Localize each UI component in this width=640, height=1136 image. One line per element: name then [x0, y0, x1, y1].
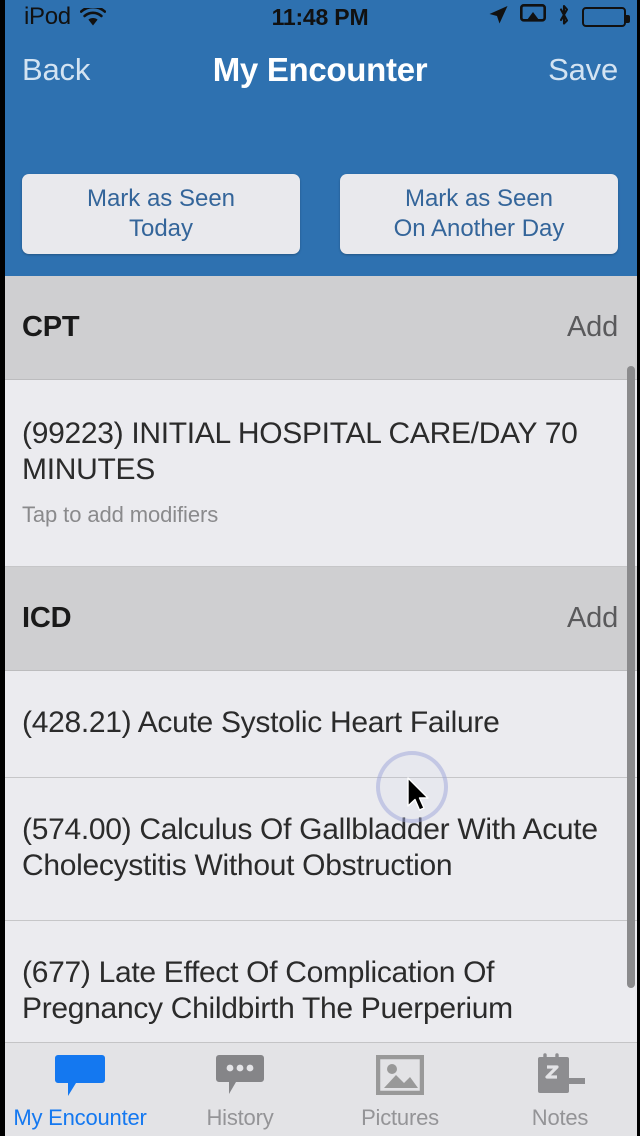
icd-row-title: (677) Late Effect Of Complication Of Pre… [22, 956, 513, 1025]
cpt-row-subtitle: Tap to add modifiers [22, 502, 219, 527]
icd-row-title: (428.21) Acute Systolic Heart Failure [22, 706, 500, 739]
encounter-list[interactable]: CPT Add (99223) INITIAL HOSPITAL CARE/DA… [0, 276, 640, 1042]
table-row[interactable]: (574.00) Calculus Of Gallbladder With Ac… [0, 778, 640, 921]
add-cpt-button[interactable]: Add [567, 311, 618, 344]
navigation-bar-row: Back My Encounter Save [0, 34, 640, 106]
section-title-cpt: CPT [22, 311, 80, 343]
tab-notes[interactable]: Notes [480, 1049, 640, 1131]
tab-history[interactable]: History [160, 1049, 320, 1131]
mark-today-line2: Today [128, 215, 194, 242]
section-title-icd: ICD [22, 602, 72, 634]
icd-row-title: (574.00) Calculus Of Gallbladder With Ac… [22, 813, 598, 882]
page-title: My Encounter [212, 51, 428, 88]
tab-label-my-encounter: My Encounter [13, 1105, 147, 1130]
status-bar-right [487, 3, 630, 31]
speech-bubble-dots-icon [211, 1049, 269, 1101]
back-button[interactable]: Back [22, 52, 90, 88]
tab-label-pictures: Pictures [361, 1105, 439, 1130]
mark-another-line2: On Another Day [393, 215, 565, 242]
status-bar: iPod 11:48 PM [0, 0, 640, 34]
table-row[interactable]: (677) Late Effect Of Complication Of Pre… [0, 921, 640, 1042]
mark-as-seen-button-group: Mark as Seen Today Mark as Seen On Anoth… [0, 174, 640, 254]
add-icd-button[interactable]: Add [567, 602, 618, 635]
airplay-icon [519, 3, 546, 30]
tab-label-history: History [206, 1105, 274, 1130]
speech-bubble-icon [51, 1049, 109, 1101]
cpt-row-title: (99223) INITIAL HOSPITAL CARE/DAY 70 MIN… [22, 417, 578, 486]
mark-another-line1: Mark as Seen [404, 185, 554, 212]
bluetooth-icon [557, 4, 571, 31]
table-row[interactable]: (428.21) Acute Systolic Heart Failure [0, 671, 640, 778]
mark-today-line1: Mark as Seen [86, 185, 236, 212]
mark-as-seen-another-day-button[interactable]: Mark as Seen On Another Day [340, 174, 618, 254]
save-button[interactable]: Save [548, 52, 618, 88]
screen-edge-left [0, 0, 5, 1136]
mark-as-seen-today-button[interactable]: Mark as Seen Today [22, 174, 300, 254]
app-screen: iPod 11:48 PM Back My Encounter Save Mar… [0, 0, 640, 1136]
table-row[interactable]: (99223) INITIAL HOSPITAL CARE/DAY 70 MIN… [0, 380, 640, 567]
scrollbar[interactable] [627, 366, 635, 988]
tab-bar: My Encounter History Pictures Notes [0, 1042, 640, 1136]
navigation-bar: Back My Encounter Save Mark as Seen Toda… [0, 34, 640, 276]
location-arrow-icon [487, 4, 509, 31]
notepad-pencil-icon [531, 1049, 589, 1101]
tab-my-encounter[interactable]: My Encounter [0, 1049, 160, 1131]
tab-pictures[interactable]: Pictures [320, 1049, 480, 1131]
section-header-cpt: CPT Add [0, 276, 640, 380]
battery-icon [582, 7, 630, 27]
tab-label-notes: Notes [531, 1105, 589, 1130]
section-header-icd: ICD Add [0, 567, 640, 671]
photo-icon [371, 1049, 429, 1101]
